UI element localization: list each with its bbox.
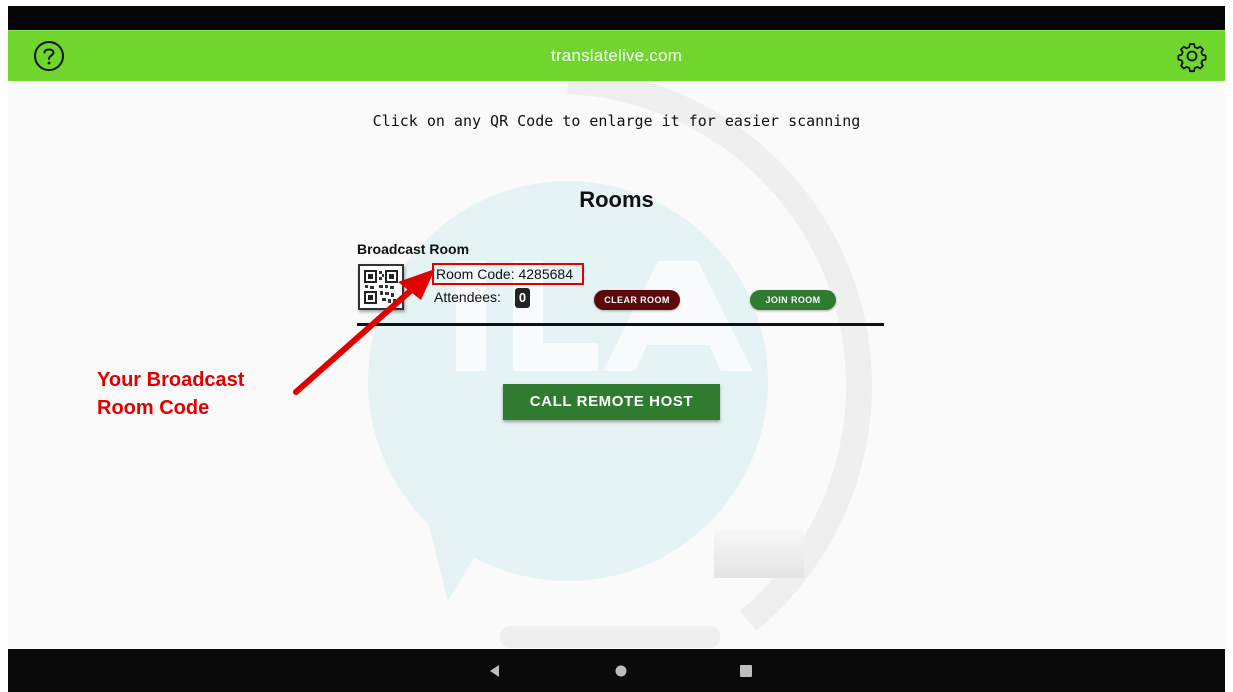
annotation-arrow <box>293 269 435 395</box>
system-nav-bar <box>8 649 1225 692</box>
app-bar: translatelive.com <box>8 30 1225 81</box>
back-triangle-icon[interactable] <box>485 661 505 681</box>
home-circle-icon[interactable] <box>611 661 631 681</box>
app-title: translatelive.com <box>551 46 682 65</box>
gear-icon[interactable] <box>1175 39 1209 73</box>
recent-apps-square-icon[interactable] <box>736 661 756 681</box>
status-bar <box>8 6 1225 30</box>
main-content: Click on any QR Code to enlarge it for e… <box>8 81 1225 649</box>
